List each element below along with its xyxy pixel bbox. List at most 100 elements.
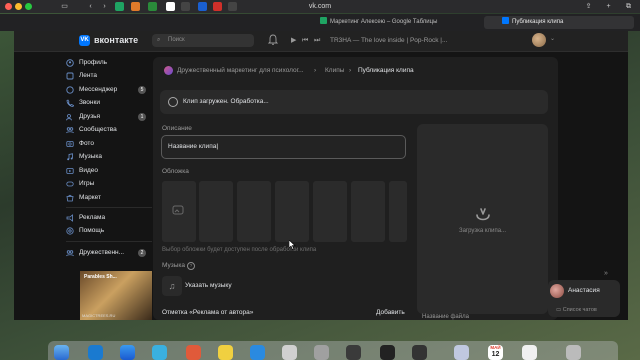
promo-banner[interactable]: Parables Sh... MAGICTREES.RU xyxy=(80,271,152,320)
address-bar[interactable]: vk.com xyxy=(250,1,390,12)
video-icon xyxy=(66,168,74,174)
games-icon xyxy=(66,181,74,187)
sidebar-item-communities[interactable]: Сообщества xyxy=(66,124,146,136)
new-tab-icon[interactable]: + xyxy=(604,2,613,11)
breadcrumb-community[interactable]: Дружественный маркетинг для психолог... xyxy=(177,66,304,75)
chat-bubble-icon: ▭ xyxy=(556,307,563,313)
vk-logo-icon[interactable]: VK xyxy=(79,35,90,46)
sidebar-toggle-icon[interactable]: ▭ xyxy=(60,2,69,11)
community-icon xyxy=(66,250,74,257)
appstore-icon[interactable] xyxy=(346,345,361,360)
telegram-icon[interactable] xyxy=(152,345,167,360)
preview-app-icon[interactable] xyxy=(314,345,329,360)
cover-slot xyxy=(237,181,271,242)
search-placeholder: Поиск xyxy=(168,37,185,43)
sidebar-item-music[interactable]: Музыка xyxy=(66,151,146,163)
chevron-down-icon[interactable]: ⌄ xyxy=(550,35,555,42)
trello-icon[interactable] xyxy=(88,345,103,360)
sidebar-item-market[interactable]: Маркет xyxy=(66,192,146,204)
ads-icon xyxy=(66,214,73,222)
bookmark-check-icon[interactable] xyxy=(148,2,157,11)
photos-icon[interactable] xyxy=(522,345,537,360)
bookmark-b-icon[interactable] xyxy=(181,2,190,11)
bookmark-play-icon[interactable] xyxy=(131,2,140,11)
chat-widget[interactable]: Анастасия ▭ Список чатов xyxy=(548,280,620,317)
safari-icon[interactable] xyxy=(120,345,135,360)
mouse-cursor-icon xyxy=(289,240,296,250)
sidebar-item-community[interactable]: Дружественн... 2 xyxy=(66,247,146,259)
help-question-icon[interactable]: ? xyxy=(187,262,195,270)
add-ad-mark-button[interactable]: Добавить xyxy=(376,309,405,316)
bookmark-docs-icon[interactable] xyxy=(166,2,175,11)
next-track-icon[interactable]: ⏭ xyxy=(314,34,320,47)
chat-list-link[interactable]: ▭ Список чатов xyxy=(556,307,597,313)
vk-logo-text[interactable]: вконтакте xyxy=(94,35,138,46)
vk-header: VK вконтакте ⌕ Поиск ▶ ⏮ ⏭ TR3HA — The l… xyxy=(14,31,628,52)
phone-icon xyxy=(66,99,74,107)
user-icon xyxy=(66,59,74,67)
ad-mark-label: Отметка «Реклама от автора» xyxy=(162,309,254,316)
music-icon xyxy=(67,153,73,161)
profile-avatar[interactable] xyxy=(532,33,546,47)
launchpad-icon[interactable] xyxy=(454,345,469,360)
minimize-window-button[interactable] xyxy=(15,3,22,10)
close-window-button[interactable] xyxy=(5,3,12,10)
upload-status-text: Клип загружен. Обработка... xyxy=(183,98,269,105)
terminal-icon[interactable] xyxy=(412,345,427,360)
breadcrumb-clips[interactable]: Клипы xyxy=(325,66,344,75)
breadcrumb-separator-icon: › xyxy=(349,67,352,74)
share-icon[interactable]: ⇪ xyxy=(584,2,593,11)
notes-icon[interactable] xyxy=(218,345,233,360)
sidebar-item-profile[interactable]: Профиль xyxy=(66,57,146,69)
feed-icon xyxy=(66,72,74,80)
sidebar-item-friends[interactable]: Друзья 1 xyxy=(66,111,146,123)
cover-slot xyxy=(351,181,385,242)
sidebar-item-help[interactable]: Помощь xyxy=(66,225,146,237)
facetime-icon[interactable] xyxy=(380,345,395,360)
sidebar-item-messenger[interactable]: Мессенджер 5 xyxy=(66,84,146,96)
message-icon xyxy=(66,86,74,94)
zoom-icon[interactable] xyxy=(250,345,265,360)
music-label: Музыка xyxy=(162,262,185,269)
bookmark-sheets-icon[interactable] xyxy=(115,2,124,11)
clip-preview xyxy=(417,124,548,314)
promo-title: Parables Sh... xyxy=(84,274,117,280)
search-input[interactable]: ⌕ Поиск xyxy=(152,34,254,47)
sidebar-item-calls[interactable]: Звонки xyxy=(66,97,146,109)
bookmark-grid-icon[interactable] xyxy=(228,2,237,11)
forward-icon[interactable]: › xyxy=(100,2,109,11)
tab-overview-icon[interactable]: ⧉ xyxy=(624,2,633,11)
community-avatar[interactable] xyxy=(164,66,173,75)
add-music-button[interactable]: Указать музыку xyxy=(185,276,232,296)
collapse-chats-icon[interactable]: » xyxy=(604,270,608,277)
clip-title-input[interactable]: Название клипа| xyxy=(161,135,406,159)
sidebar-divider xyxy=(66,241,152,242)
slides-icon[interactable] xyxy=(186,345,201,360)
sidebar-item-games[interactable]: Игры xyxy=(66,178,146,190)
tab-publish-clip[interactable]: Публикация клипа xyxy=(484,16,634,29)
play-icon[interactable]: ▶ xyxy=(291,34,296,47)
sheets-icon xyxy=(320,17,327,24)
sidebar-item-video[interactable]: Видео xyxy=(66,165,146,177)
finder-icon[interactable] xyxy=(54,345,69,360)
messenger-badge: 5 xyxy=(138,86,146,94)
sidebar-item-photo[interactable]: Фото xyxy=(66,138,146,150)
now-playing-track[interactable]: TR3HA — The love inside | Pop-Rock |... xyxy=(330,34,460,47)
trash-icon[interactable] xyxy=(566,345,581,360)
bookmark-blue-icon[interactable] xyxy=(198,2,207,11)
prev-track-icon[interactable]: ⏮ xyxy=(302,34,308,47)
bookmark-red-icon[interactable] xyxy=(213,2,222,11)
back-icon[interactable]: ‹ xyxy=(86,2,95,11)
promo-subtitle: MAGICTREES.RU xyxy=(82,313,116,318)
notifications-bell-icon[interactable] xyxy=(268,34,278,46)
maximize-window-button[interactable] xyxy=(25,3,32,10)
music-note-icon[interactable]: ♫ xyxy=(162,276,182,296)
preview-status: Загрузка клипа... xyxy=(458,228,507,234)
sidebar-item-ads[interactable]: Реклама xyxy=(66,212,146,224)
tab-bar: Маркетинг Алексею – Google Таблицы Публи… xyxy=(0,14,640,31)
calendar-icon[interactable]: МАЙ 12 xyxy=(488,345,503,360)
sidebar-item-feed[interactable]: Лента xyxy=(66,70,146,82)
tab-sheets[interactable]: Маркетинг Алексею – Google Таблицы xyxy=(320,16,480,29)
quicktime-icon[interactable] xyxy=(282,345,297,360)
community-badge: 2 xyxy=(138,249,146,257)
